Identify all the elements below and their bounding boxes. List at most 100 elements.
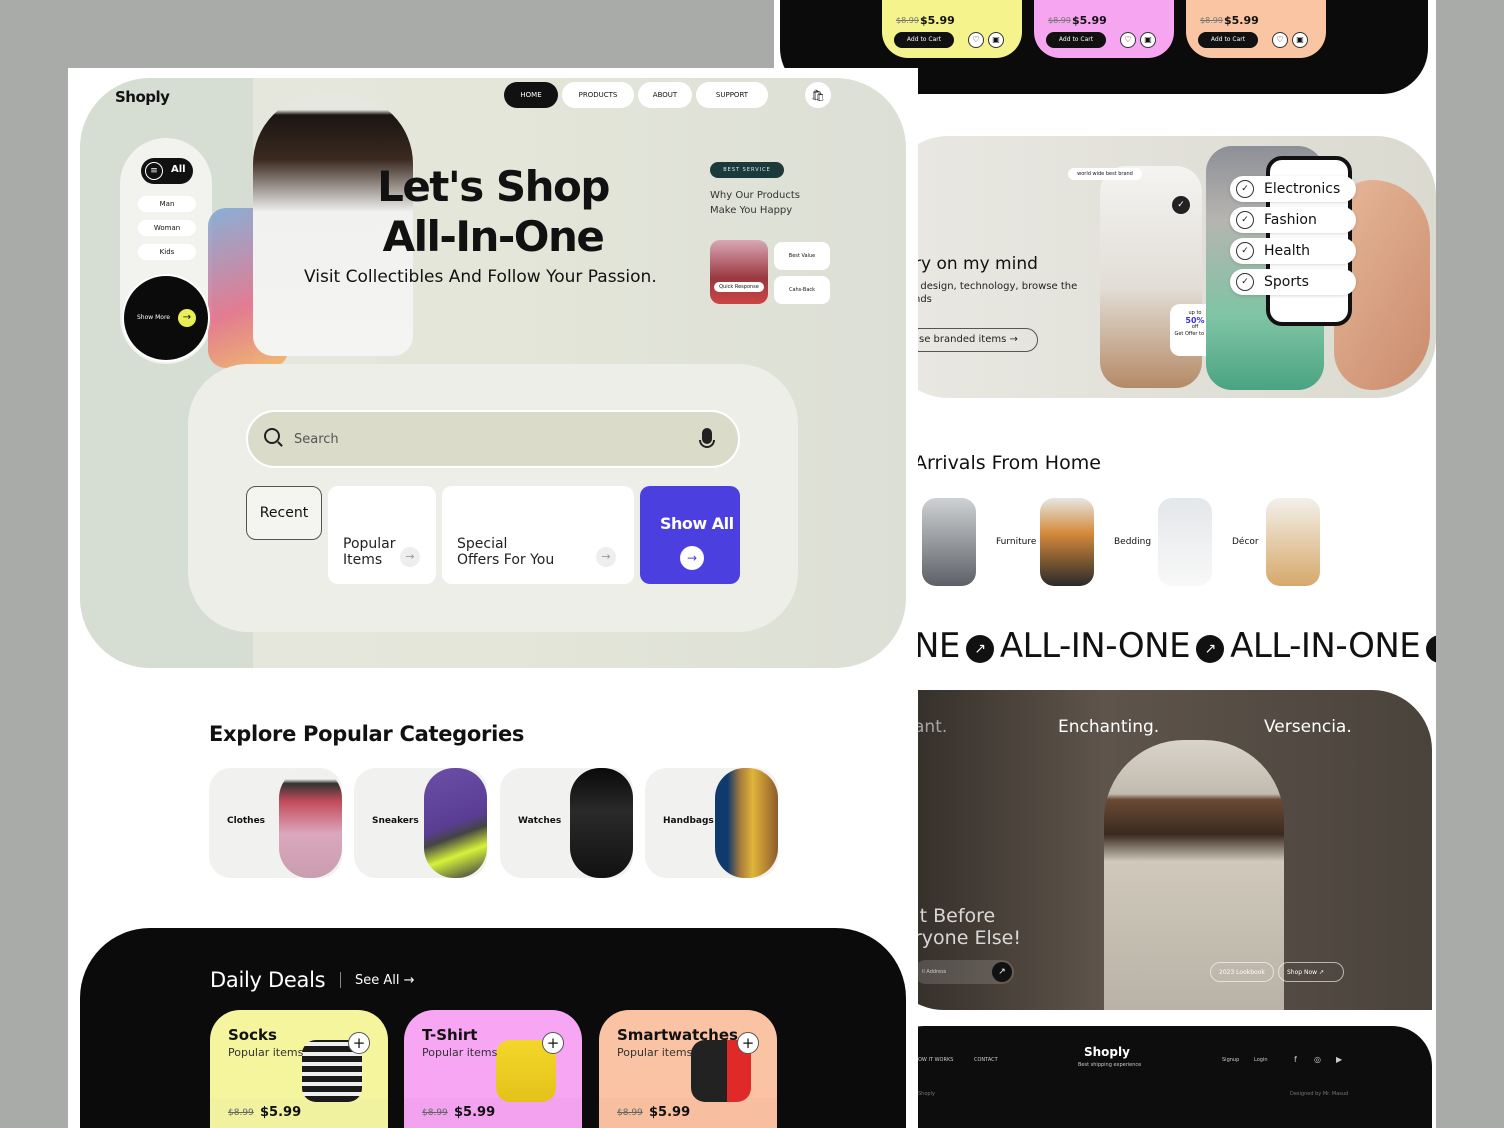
quick-response-label: Quick Response <box>714 282 764 292</box>
arrow-right-icon: → <box>178 309 196 327</box>
promo-title: ry on my mind <box>914 254 1038 274</box>
new-price: $5.99 <box>649 1105 691 1120</box>
category-pill-health[interactable]: ✓ Health <box>1230 238 1356 264</box>
arrow-right-icon: → <box>596 547 616 567</box>
special-offers-chip[interactable]: Special Offers For You → <box>442 486 634 584</box>
arrival-image[interactable] <box>1158 498 1212 586</box>
instagram-icon[interactable]: ◎ <box>1314 1055 1321 1064</box>
old-price: $8.99 <box>1048 16 1071 25</box>
old-price: $8.99 <box>617 1108 643 1118</box>
add-to-cart-button[interactable]: Add to Cart <box>1046 32 1106 48</box>
pill-label: Fashion <box>1264 212 1317 228</box>
chip-label: Items <box>343 552 383 568</box>
brand-logo[interactable]: Shoply <box>115 88 170 106</box>
add-to-cart-button[interactable]: Add to Cart <box>1198 32 1258 48</box>
arrow-up-right-icon: ↗ <box>1196 635 1225 663</box>
youtube-icon[interactable]: ▶ <box>1336 1055 1342 1064</box>
divider <box>340 972 341 988</box>
sidebar-item-kids[interactable]: Kids <box>138 244 196 260</box>
footer-copyright: Shoply <box>918 1091 935 1097</box>
sneaker-image <box>424 768 487 878</box>
signup-link[interactable]: Signup <box>1222 1057 1239 1063</box>
deal-card-smartwatches[interactable]: Smartwatches Popular items + $8.99 $5.99 <box>599 1010 777 1128</box>
lookbook-cta-line: ryone Else! <box>914 927 1021 949</box>
category-card-clothes[interactable]: Clothes <box>209 768 342 878</box>
pill-label: Health <box>1264 243 1310 259</box>
login-link[interactable]: Login <box>1254 1057 1268 1063</box>
basket-icon[interactable]: ▣ <box>1140 32 1156 48</box>
heart-icon[interactable]: ♡ <box>1272 32 1288 48</box>
product-card[interactable]: $8.99 $5.99 Add to Cart ♡ ▣ <box>1186 0 1326 58</box>
basket-icon[interactable]: ▣ <box>1292 32 1308 48</box>
marquee-text: NE <box>914 626 960 666</box>
show-more-label: Show More <box>137 314 170 321</box>
hero-subheadline: Visit Collectibles And Follow Your Passi… <box>304 267 657 287</box>
product-card[interactable]: $8.99 $5.99 Add to Cart ♡ ▣ <box>882 0 1022 58</box>
recent-chip[interactable]: Recent <box>246 486 322 540</box>
deal-subtitle: Popular items <box>422 1046 498 1059</box>
shop-now-button[interactable]: Shop Now ↗ <box>1278 962 1344 982</box>
plus-icon[interactable]: + <box>348 1032 370 1054</box>
show-all-label: Show All <box>660 514 734 533</box>
filter-all-label: All <box>171 164 186 175</box>
deal-card-socks[interactable]: Socks Popular items + $8.99 $5.99 <box>210 1010 388 1128</box>
old-price: $8.99 <box>228 1108 254 1118</box>
lookbook-button[interactable]: 2023 Lookbook <box>1210 962 1274 982</box>
section-title: Daily Deals <box>210 968 326 992</box>
why-text: Why Our Products <box>710 190 800 201</box>
submit-email-button[interactable]: ↗ <box>992 962 1012 982</box>
footer-logo: Shoply <box>1084 1045 1130 1059</box>
arrival-image[interactable] <box>922 498 976 586</box>
deal-subtitle: Popular items <box>617 1046 693 1059</box>
category-pill-electronics[interactable]: ✓ Electronics <box>1230 176 1356 202</box>
marquee-text: ALL-IN-ONE <box>1230 626 1421 666</box>
category-card-sneakers[interactable]: Sneakers <box>354 768 487 878</box>
category-label: Clothes <box>227 816 266 826</box>
nav-products[interactable]: PRODUCTS <box>562 82 634 108</box>
nav-about[interactable]: ABOUT <box>638 82 692 108</box>
new-price: $5.99 <box>1224 14 1259 27</box>
check-icon: ✓ <box>1236 211 1254 229</box>
category-card-watches[interactable]: Watches <box>500 768 633 878</box>
category-pill-fashion[interactable]: ✓ Fashion <box>1230 207 1356 233</box>
marquee-banner: NE↗ALL-IN-ONE↗ALL-IN-ONE↗ <box>914 626 1436 666</box>
sidebar-item-man[interactable]: Man <box>138 196 196 212</box>
footer-link[interactable]: CONTACT <box>974 1057 998 1063</box>
footer-credit: Designed by Mr. Masud <box>1290 1091 1349 1097</box>
deal-card-tshirt[interactable]: T-Shirt Popular items + $8.99 $5.99 <box>404 1010 582 1128</box>
category-pill-sports[interactable]: ✓ Sports <box>1230 269 1356 295</box>
check-icon: ✓ <box>1172 196 1190 214</box>
check-icon: ✓ <box>1236 242 1254 260</box>
arrow-up-right-icon: ↗ <box>965 635 994 663</box>
new-price: $5.99 <box>454 1105 496 1120</box>
old-price: $8.99 <box>896 16 919 25</box>
cart-icon[interactable]: 🛍 <box>804 81 832 109</box>
why-text: Make You Happy <box>710 205 793 216</box>
promo-description: , design, technology, browse the nds <box>914 281 1078 305</box>
category-card-handbags[interactable]: Handbags <box>645 768 778 878</box>
popular-items-chip[interactable]: Popular Items → <box>328 486 436 584</box>
hero-headline: Let's Shop <box>377 162 610 211</box>
plus-icon[interactable]: + <box>542 1032 564 1054</box>
nav-home[interactable]: HOME <box>504 82 558 108</box>
plus-icon[interactable]: + <box>737 1032 759 1054</box>
category-label: Watches <box>518 816 562 826</box>
new-price: $5.99 <box>1072 14 1107 27</box>
facebook-icon[interactable]: f <box>1294 1055 1297 1064</box>
see-all-link[interactable]: See All → <box>355 973 415 988</box>
nav-support[interactable]: SUPPORT <box>696 82 768 108</box>
pill-label: Sports <box>1264 274 1309 290</box>
arrival-image[interactable] <box>1266 498 1320 586</box>
product-card[interactable]: $8.99 $5.99 Add to Cart ♡ ▣ <box>1034 0 1174 58</box>
add-to-cart-button[interactable]: Add to Cart <box>894 32 954 48</box>
arrow-right-icon: → <box>680 546 704 570</box>
heart-icon[interactable]: ♡ <box>1120 32 1136 48</box>
new-price: $5.99 <box>920 14 955 27</box>
lookbook-word: Versencia. <box>1264 717 1352 737</box>
footer-link[interactable]: OW IT WORKS <box>918 1057 953 1063</box>
sidebar-item-woman[interactable]: Woman <box>138 220 196 236</box>
footer <box>884 1026 1432 1128</box>
arrival-image[interactable] <box>1040 498 1094 586</box>
basket-icon[interactable]: ▣ <box>988 32 1004 48</box>
heart-icon[interactable]: ♡ <box>968 32 984 48</box>
